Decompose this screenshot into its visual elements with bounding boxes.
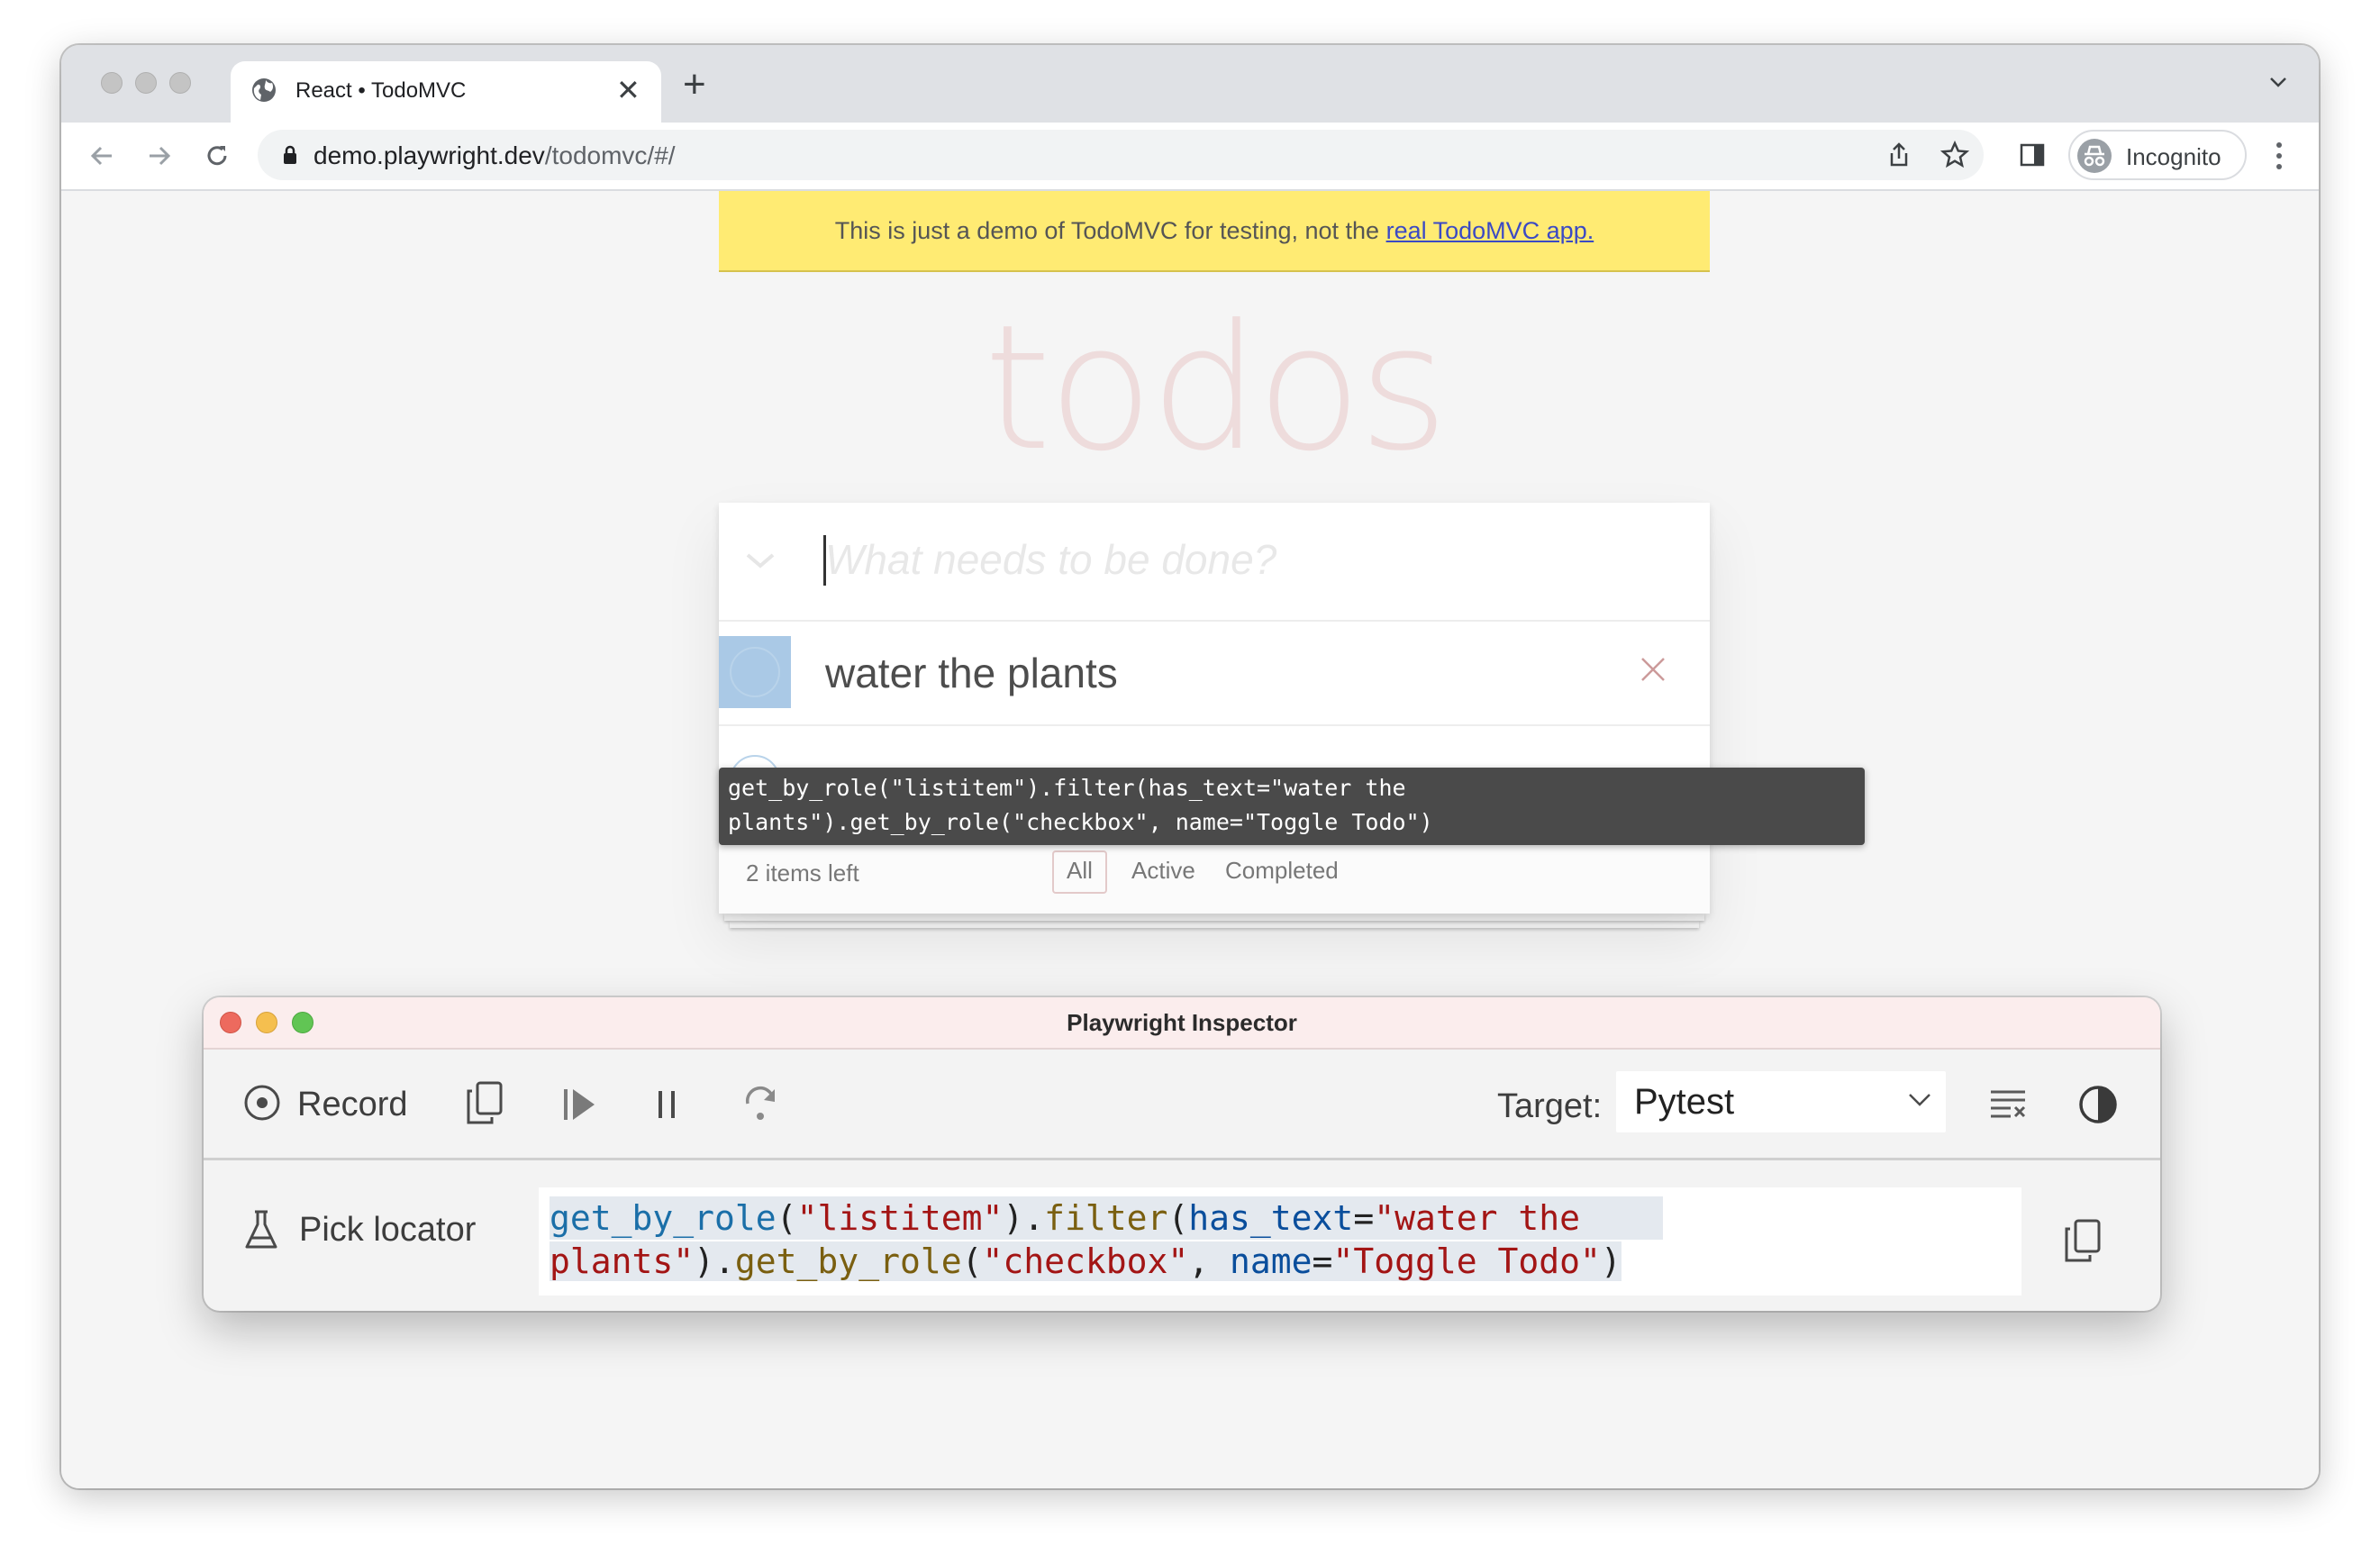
text-caret [823,535,826,586]
address-bar[interactable]: demo.playwright.dev/todomvc/#/ [258,130,1984,180]
code-token: ) [1600,1241,1621,1281]
inspector-titlebar: Playwright Inspector [204,997,2160,1050]
pause-icon[interactable] [654,1087,681,1122]
chevron-down-icon [1909,1094,1930,1106]
playwright-inspector-window: Playwright Inspector Record Target: Pyte… [204,997,2160,1311]
code-token: ( [961,1241,983,1281]
tooltip-line: get_by_role("listitem").filter(has_text=… [728,775,1406,801]
incognito-icon [2077,139,2112,173]
todo-app: water the plants 2 items left All Active… [719,503,1710,914]
app-title: todos [983,288,1449,489]
banner-text: This is just a demo of TodoMVC for testi… [834,217,1386,244]
inspector-close-button[interactable] [220,1012,241,1033]
incognito-profile-button[interactable]: Incognito [2068,130,2247,180]
filter-active[interactable]: Active [1119,850,1208,890]
locator-tooltip: get_by_role("listitem").filter(has_text=… [719,768,1865,845]
target-label: Target: [1497,1087,1603,1125]
code-token: plants" [550,1241,695,1281]
step-over-icon[interactable] [740,1082,782,1123]
window-zoom-button[interactable] [169,72,191,94]
lock-icon[interactable] [283,145,297,165]
forward-arrow-icon[interactable] [144,141,175,171]
filter-all[interactable]: All [1052,850,1107,894]
code-token: get_by_role [550,1198,777,1238]
todo-item: water the plants [719,620,1710,726]
side-panel-icon[interactable] [2018,141,2047,169]
pick-locator-button[interactable]: Pick locator [299,1211,476,1250]
browser-toolbar: demo.playwright.dev/todomvc/#/ Incognito [61,123,2319,191]
beaker-icon[interactable] [243,1209,279,1250]
url-text: demo.playwright.dev/todomvc/#/ [313,141,676,170]
inspector-minimize-button[interactable] [256,1012,277,1033]
list-stack-shadow [730,921,1699,928]
list-stack-shadow [724,914,1704,921]
inspector-title: Playwright Inspector [1067,1009,1297,1036]
clear-icon[interactable] [1987,1087,2029,1122]
inspector-zoom-button[interactable] [292,1012,313,1033]
code-token: filter [1044,1198,1168,1238]
record-button[interactable]: Record [297,1086,408,1124]
todo-toggle-checkbox[interactable] [730,647,780,697]
tab-search-chevron-icon[interactable] [2268,72,2288,92]
code-token: "Toggle Todo" [1332,1241,1601,1281]
globe-icon [252,78,276,102]
code-token: "checkbox" [982,1241,1189,1281]
code-token: name [1230,1241,1313,1281]
copy-locator-icon[interactable] [2063,1218,2103,1263]
more-menu-icon[interactable] [2274,141,2285,171]
code-token: = [1353,1198,1375,1238]
new-todo-row [719,503,1710,622]
locator-editor[interactable]: get_by_role("listitem").filter(has_text=… [539,1187,2021,1296]
code-token: has_text [1188,1198,1354,1238]
new-tab-button[interactable]: + [683,65,706,105]
code-line: plants").get_by_role("checkbox", name="T… [550,1240,1663,1283]
code-token: "water the [1374,1198,1580,1238]
toggle-all-chevron-icon[interactable] [744,551,777,569]
locator-code: get_by_role("listitem").filter(has_text=… [550,1196,1663,1283]
code-token: ( [776,1198,797,1238]
new-todo-input[interactable] [825,530,1672,589]
record-icon[interactable] [243,1084,281,1122]
code-token: get_by_role [734,1241,962,1281]
resume-icon[interactable] [560,1086,598,1123]
inspector-locator-panel: Pick locator get_by_role("listitem").fil… [204,1160,2160,1311]
code-token: "listitem" [796,1198,1004,1238]
theme-toggle-icon[interactable] [2077,1084,2119,1125]
url-host: demo.playwright.dev [313,141,545,169]
bookmark-star-icon[interactable] [1940,141,1969,169]
code-token: = [1312,1241,1333,1281]
target-value: Pytest [1634,1082,1735,1122]
share-icon[interactable] [1885,141,1913,169]
code-token: ). [1003,1198,1045,1238]
todo-label[interactable]: water the plants [825,649,1118,697]
url-path: /todomvc/#/ [544,141,676,169]
code-token: , [1188,1241,1231,1281]
tab-strip: React • TodoMVC ✕ + [61,45,2319,124]
tab-close-icon[interactable]: ✕ [616,74,640,106]
tab-todomvc[interactable]: React • TodoMVC ✕ [231,61,661,124]
filter-completed[interactable]: Completed [1213,850,1351,890]
demo-banner: This is just a demo of TodoMVC for testi… [719,191,1710,272]
code-token: ). [694,1241,735,1281]
incognito-label: Incognito [2126,143,2221,170]
code-token: ( [1167,1198,1189,1238]
reload-icon[interactable] [202,141,232,171]
code-line: get_by_role("listitem").filter(has_text=… [550,1196,1663,1240]
tab-title: React • TodoMVC [295,78,467,103]
back-arrow-icon[interactable] [86,141,117,171]
target-language-select[interactable]: Pytest [1616,1071,1946,1132]
window-close-button[interactable] [101,72,123,94]
delete-todo-icon[interactable] [1638,654,1668,685]
window-minimize-button[interactable] [135,72,157,94]
banner-link[interactable]: real TodoMVC app. [1386,217,1594,244]
inspector-toolbar: Record Target: Pytest [204,1050,2160,1160]
items-left-count: 2 items left [746,859,859,887]
tooltip-line: plants").get_by_role("checkbox", name="T… [728,809,1433,835]
copy-icon[interactable] [465,1080,504,1125]
